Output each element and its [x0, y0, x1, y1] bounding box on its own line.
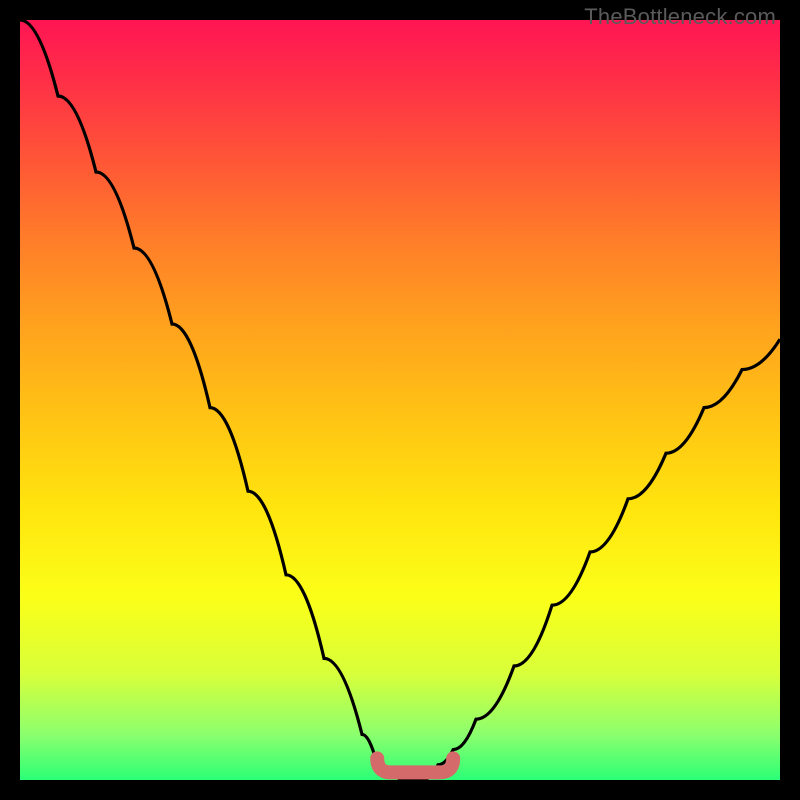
- gradient-plot-area: [20, 20, 780, 780]
- watermark-text: TheBottleneck.com: [584, 4, 776, 30]
